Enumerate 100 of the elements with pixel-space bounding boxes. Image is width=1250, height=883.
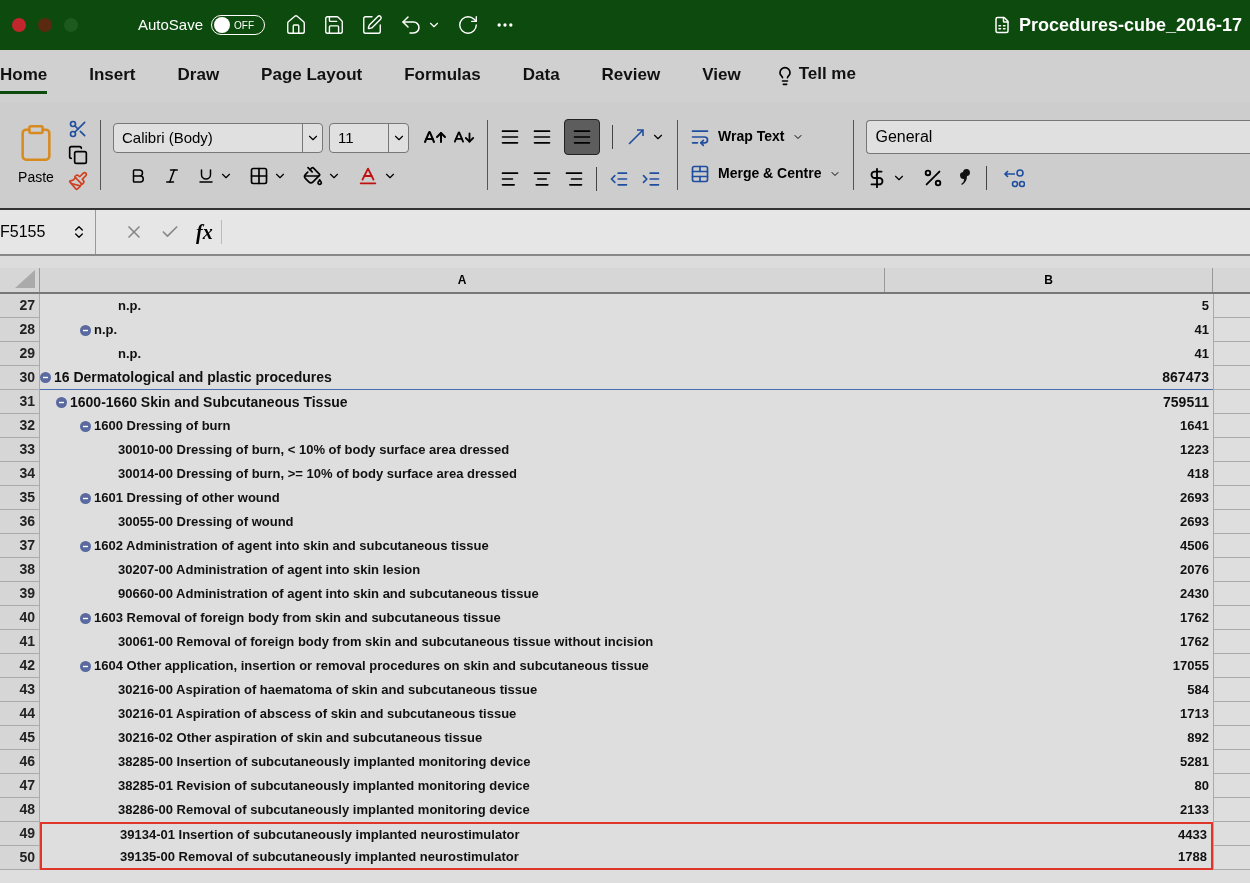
ribbon-tab[interactable]: Page Layout [261, 61, 363, 94]
collapse-icon[interactable] [56, 396, 67, 408]
align-top-icon[interactable] [500, 127, 520, 147]
ribbon-tab[interactable]: Home [0, 61, 48, 94]
table-cell[interactable] [1213, 774, 1250, 798]
cell-value: 1223 [1180, 441, 1210, 460]
borders-icon[interactable] [249, 166, 269, 186]
row-number[interactable]: 38 [0, 558, 40, 582]
increase-decimal-icon[interactable] [1003, 167, 1026, 189]
increase-indent-icon[interactable] [641, 169, 661, 189]
number-format-field[interactable]: General [866, 120, 1250, 154]
row-number[interactable]: 40 [0, 606, 40, 630]
row-number[interactable]: 37 [0, 534, 40, 558]
row-number[interactable]: 45 [0, 726, 40, 750]
align-left-icon[interactable] [500, 169, 520, 189]
row-number[interactable]: 27 [0, 294, 40, 318]
copy-icon[interactable] [68, 145, 88, 165]
paste-label[interactable]: Paste [18, 166, 54, 188]
underline-icon[interactable] [197, 167, 215, 185]
scissors-icon[interactable] [68, 119, 88, 139]
italic-icon[interactable] [163, 167, 181, 185]
table-cell[interactable] [1213, 654, 1250, 678]
row-number[interactable]: 32 [0, 414, 40, 438]
font-size-field[interactable]: 11 [329, 123, 409, 153]
row-number[interactable]: 42 [0, 654, 40, 678]
comma-style-icon[interactable] [960, 168, 971, 188]
row-number[interactable]: 36 [0, 510, 40, 534]
font-name-field[interactable]: Calibri (Body) [113, 123, 323, 153]
decrease-indent-icon[interactable] [609, 169, 629, 189]
row-number[interactable]: 30 [0, 366, 40, 390]
row-number[interactable]: 39 [0, 582, 40, 606]
table-cell[interactable] [1213, 678, 1250, 702]
row-number[interactable]: 50 [0, 846, 40, 870]
table-cell[interactable] [1213, 846, 1250, 870]
save-icon[interactable] [323, 14, 346, 36]
table-cell[interactable] [1213, 702, 1250, 726]
collapse-icon[interactable] [80, 540, 91, 552]
merge-centre-button[interactable]: Merge & Centre [690, 163, 842, 184]
table-cell[interactable] [1213, 342, 1250, 366]
fill-color-icon[interactable] [303, 166, 323, 186]
row-number[interactable]: 43 [0, 678, 40, 702]
spreadsheet-icon[interactable] [992, 16, 1011, 34]
row-number[interactable]: 28 [0, 318, 40, 342]
ribbon-tab[interactable]: Review [601, 61, 661, 94]
save-as-icon[interactable] [361, 14, 384, 36]
table-cell[interactable] [1213, 510, 1250, 534]
table-cell[interactable] [1213, 630, 1250, 654]
ribbon-tab[interactable]: View [702, 61, 741, 94]
table-cell[interactable] [1213, 486, 1250, 510]
row-number[interactable]: 46 [0, 750, 40, 774]
table-cell[interactable] [1213, 822, 1250, 846]
table-cell[interactable] [1213, 366, 1250, 390]
column-header[interactable]: B [885, 268, 1213, 292]
font-color-icon[interactable] [357, 165, 379, 187]
row-number[interactable]: 49 [0, 822, 40, 846]
collapse-icon[interactable] [80, 324, 91, 336]
ribbon-tab[interactable]: Draw [177, 61, 220, 94]
wrap-text-button[interactable]: Wrap Text [690, 126, 842, 147]
redo-icon[interactable] [457, 14, 480, 36]
table-cell[interactable] [1213, 750, 1250, 774]
column-header[interactable]: A [40, 268, 885, 292]
align-bottom-button[interactable] [564, 119, 600, 155]
table-cell[interactable] [1213, 558, 1250, 582]
align-center-icon[interactable] [532, 169, 552, 189]
autosave-toggle[interactable]: OFF [211, 15, 266, 35]
row-number[interactable]: 29 [0, 342, 40, 366]
table-cell[interactable] [1213, 582, 1250, 606]
tell-me-label[interactable]: Tell me [798, 60, 856, 86]
row-number[interactable]: 41 [0, 630, 40, 654]
table-cell[interactable] [1213, 438, 1250, 462]
row-number[interactable]: 35 [0, 486, 40, 510]
table-cell[interactable] [1213, 534, 1250, 558]
paintbrush-icon[interactable] [68, 171, 88, 191]
collapse-icon[interactable] [80, 660, 91, 672]
row-number[interactable]: 47 [0, 774, 40, 798]
align-middle-icon[interactable] [532, 127, 552, 147]
name-box[interactable]: F5155 [0, 210, 96, 254]
row-number[interactable]: 31 [0, 390, 40, 414]
insert-function-button[interactable]: fx [196, 217, 213, 247]
collapse-icon[interactable] [40, 372, 51, 383]
table-cell[interactable] [1213, 318, 1250, 342]
collapse-icon[interactable] [80, 492, 91, 504]
table-cell[interactable] [1213, 798, 1250, 822]
table-cell[interactable] [1213, 606, 1250, 630]
table-cell[interactable] [1213, 414, 1250, 438]
ribbon-tab[interactable]: Formulas [404, 61, 481, 94]
row-number[interactable]: 33 [0, 438, 40, 462]
row-number[interactable]: 44 [0, 702, 40, 726]
table-cell[interactable] [1213, 462, 1250, 486]
row-number[interactable]: 48 [0, 798, 40, 822]
table-cell[interactable] [1213, 294, 1250, 318]
ribbon-tab[interactable]: Data [522, 61, 560, 94]
table-cell[interactable] [1213, 390, 1250, 414]
home-icon[interactable] [285, 14, 308, 36]
collapse-icon[interactable] [80, 420, 91, 432]
table-cell[interactable] [1213, 726, 1250, 750]
align-right-icon[interactable] [564, 169, 584, 189]
ribbon-tab[interactable]: Insert [89, 61, 136, 94]
row-number[interactable]: 34 [0, 462, 40, 486]
collapse-icon[interactable] [80, 612, 91, 624]
